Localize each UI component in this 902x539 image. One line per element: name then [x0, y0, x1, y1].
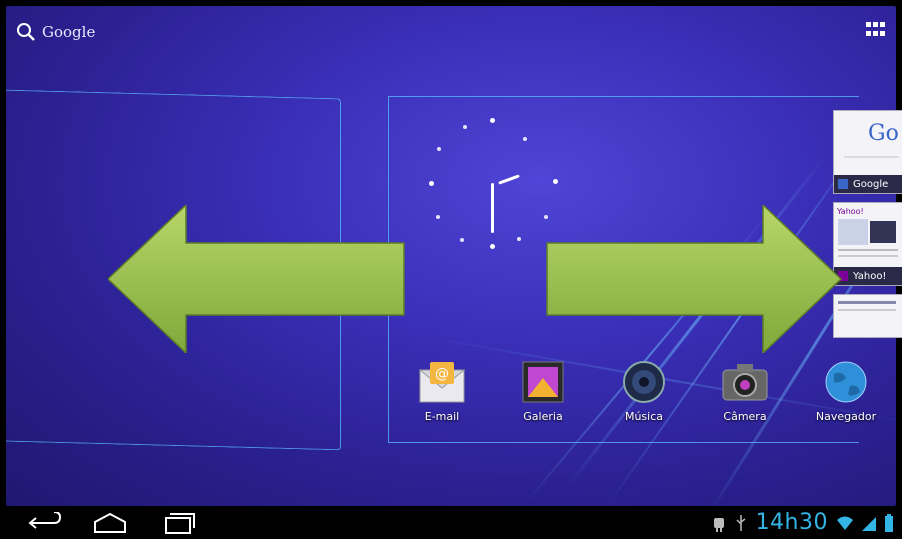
wifi-icon [837, 516, 853, 530]
arrow-right-icon [546, 205, 843, 353]
signal-icon [862, 516, 876, 531]
recent-apps-icon[interactable] [162, 512, 198, 534]
dock-label: Galeria [523, 410, 563, 423]
music-icon [623, 361, 665, 403]
dock-item-music[interactable]: Música [596, 360, 692, 423]
status-area[interactable]: 14h30 [712, 510, 894, 535]
back-icon[interactable] [28, 512, 64, 534]
dock-label: E-mail [424, 410, 460, 423]
usb-icon [736, 514, 746, 531]
email-icon: @ [418, 362, 466, 403]
dock-label: Música [624, 410, 664, 423]
home-icon[interactable] [92, 512, 128, 534]
camera-icon [722, 364, 768, 401]
recent-app-label: Google [853, 178, 889, 190]
search-icon [17, 23, 35, 41]
dock-item-gallery[interactable]: Galeria [495, 360, 591, 423]
clock-time: 14h30 [755, 510, 828, 535]
dock-item-camera[interactable]: Câmera [697, 360, 793, 423]
app-dock: @ E-mail Galeria Música Câmera Navegador [400, 360, 900, 450]
android-debug-icon [713, 517, 724, 532]
battery-icon [885, 513, 893, 532]
google-search-bar[interactable]: Google [16, 22, 95, 42]
home-screen: Google Go Google Yahoo! Yahoo! @ E-mail … [0, 0, 902, 539]
system-navigation-bar: 14h30 [0, 506, 902, 539]
dock-label: Navegador [815, 410, 877, 423]
recent-app-label: Yahoo! [853, 270, 887, 282]
browser-icon [825, 361, 867, 403]
gallery-icon [522, 361, 564, 403]
recent-app-google[interactable]: Go Google [833, 110, 902, 194]
google-app-icon [838, 179, 848, 189]
search-label: Google [42, 23, 96, 41]
arrow-left-icon [108, 205, 405, 353]
dock-item-email[interactable]: @ E-mail [394, 360, 490, 423]
clock-minute-hand [498, 174, 520, 185]
all-apps-icon[interactable] [866, 22, 886, 38]
dock-item-browser[interactable]: Navegador [798, 360, 894, 423]
dock-label: Câmera [723, 410, 767, 423]
clock-hour-hand [491, 183, 494, 233]
svg-text:@: @ [435, 366, 449, 382]
